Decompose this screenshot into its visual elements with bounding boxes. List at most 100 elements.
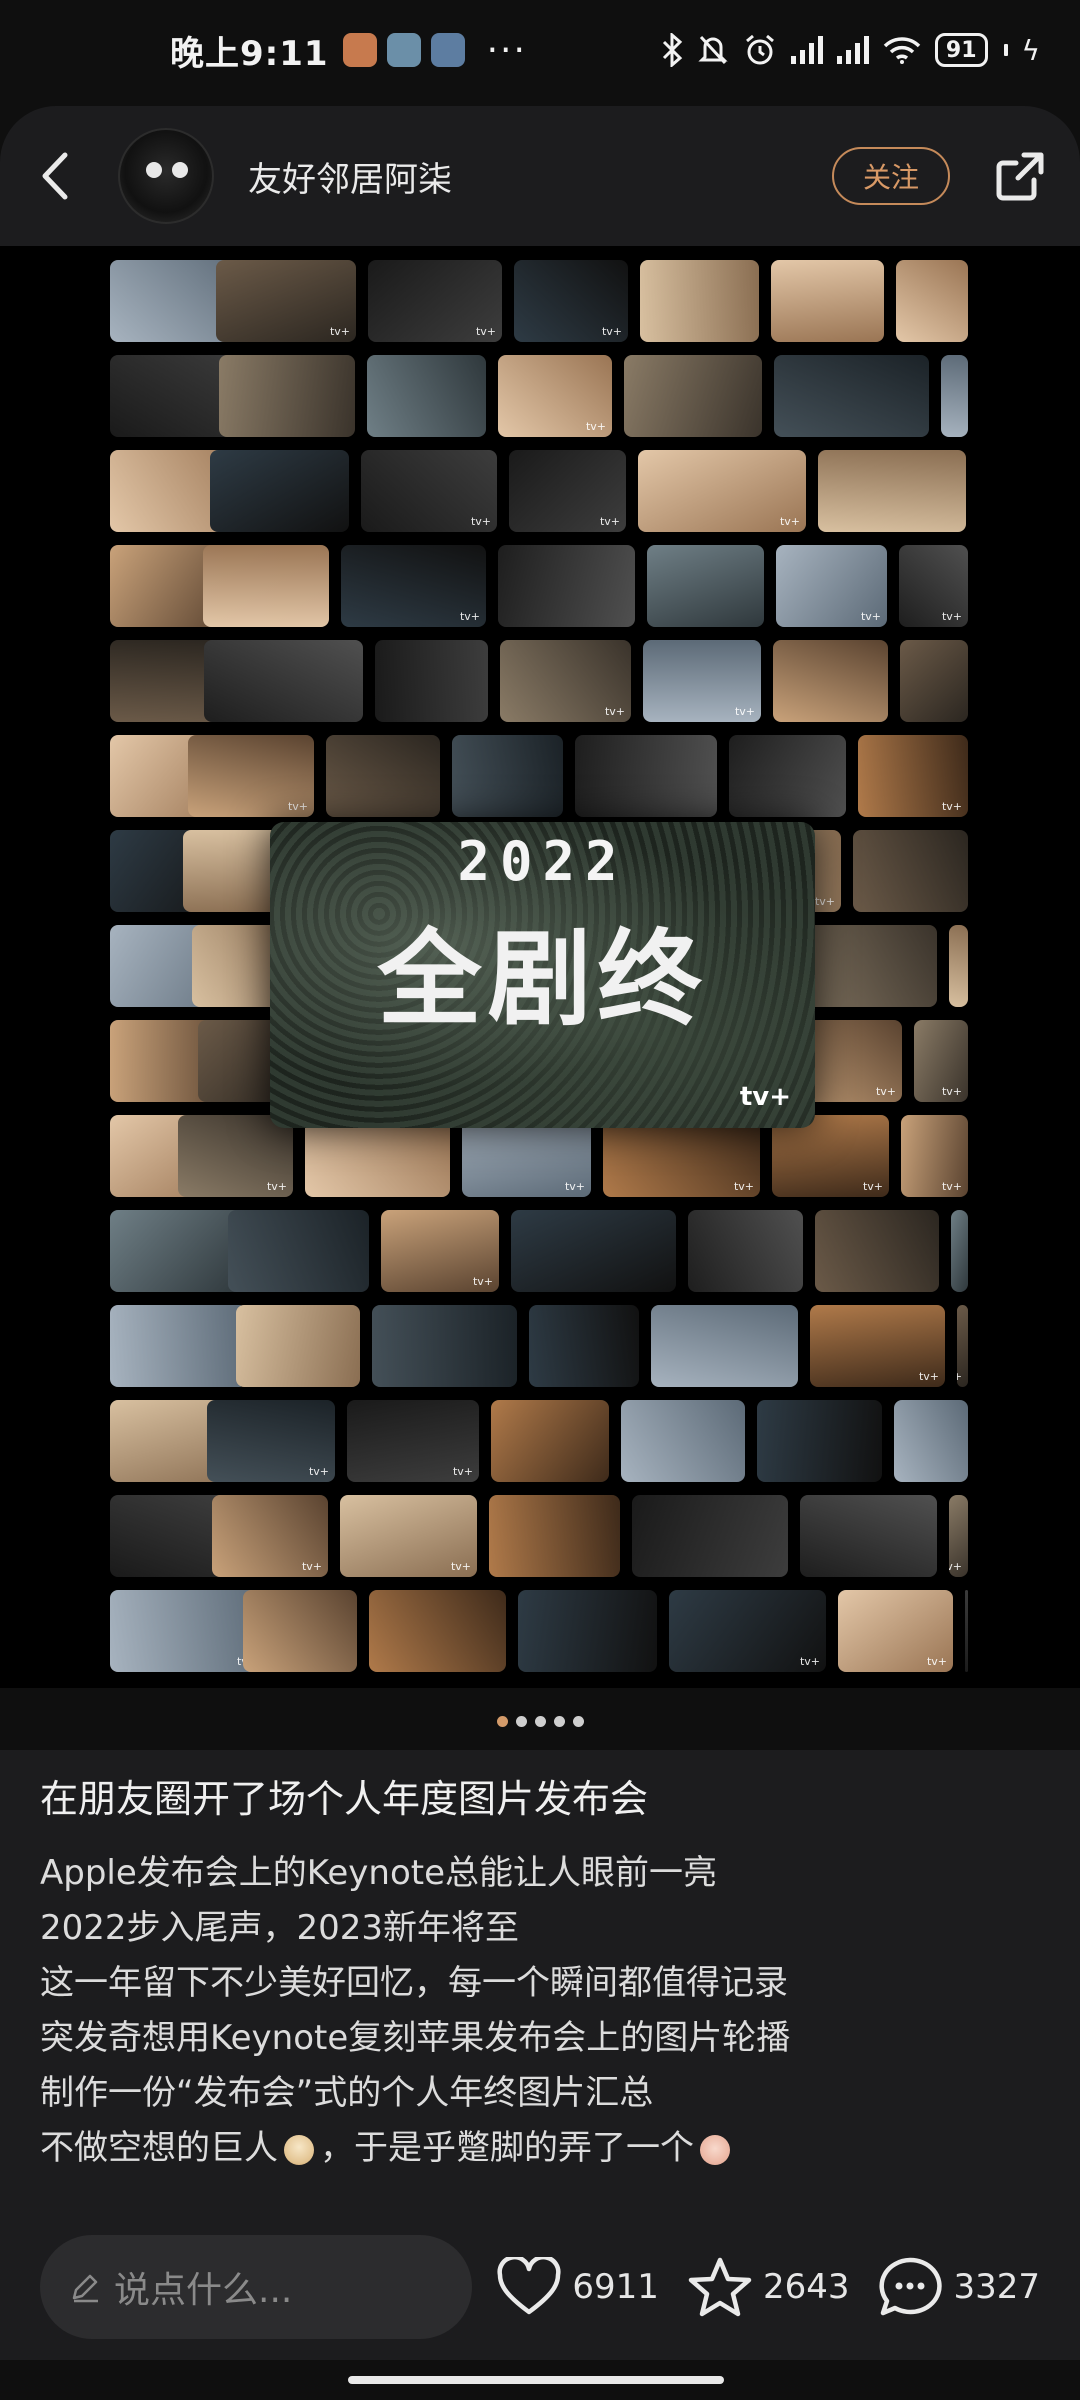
apple-tv-tag: tv+	[450, 1560, 471, 1573]
avatar-eye-left	[146, 162, 162, 178]
apple-tv-tag: tv+	[941, 1180, 962, 1193]
collage-photo	[896, 260, 968, 342]
apple-tv-tag: tv+	[733, 1180, 754, 1193]
interaction-bar: 说点什么... 6911 2643 3327	[0, 2222, 1080, 2352]
apple-tv-tag: tv+	[862, 1180, 883, 1193]
comments-button[interactable]: 3327	[877, 2256, 1040, 2318]
author-name[interactable]: 友好邻居阿柒	[248, 152, 452, 201]
collage-photo: tv+	[643, 640, 761, 722]
collage-photo	[210, 450, 349, 532]
charging-icon: ϟ	[1021, 33, 1040, 67]
battery-icon: 91	[934, 33, 988, 67]
apple-tv-tag: tv+	[287, 800, 308, 813]
collage-photo	[372, 1305, 517, 1387]
post-title: 在朋友圈开了场个人年度图片发布会	[40, 1777, 649, 1821]
heart-icon	[497, 2257, 561, 2315]
collage-photo	[951, 1210, 968, 1292]
apple-tv-tag: tv+	[941, 1085, 962, 1098]
status-bar: 晚上9:11 ··· 91 ϟ	[0, 0, 1080, 100]
apple-tv-tag: tv+	[472, 1275, 493, 1288]
collage-photo	[729, 735, 846, 817]
signal-hd-icon	[836, 36, 869, 64]
collage-photo	[491, 1400, 609, 1482]
collage-photo: tv+	[110, 1590, 263, 1672]
collage-photo	[818, 450, 966, 532]
collage-photo	[236, 1305, 360, 1387]
author-avatar[interactable]	[118, 128, 214, 224]
collage-photo: tv+	[207, 1400, 335, 1482]
collage-photo	[853, 830, 968, 912]
collage-photo	[518, 1590, 657, 1672]
notification-app-icon	[342, 33, 377, 67]
collage-photo: tv+	[669, 1590, 826, 1672]
comment-bubble-icon	[879, 2257, 943, 2316]
collage-photo	[771, 260, 884, 342]
collage-photo: tv+	[838, 1590, 953, 1672]
collage-photo	[219, 355, 355, 437]
status-indicators: 91 ϟ	[661, 33, 1040, 67]
apple-tv-logo: tv+	[739, 1082, 791, 1112]
collage-photo	[575, 735, 717, 817]
pager-dot	[496, 1716, 508, 1727]
post-line: 这一年留下不少美好回忆，每一个瞬间都值得记录	[40, 1963, 788, 2003]
collage-photo: tv+	[858, 735, 968, 817]
apple-tv-tag: tv+	[918, 1370, 939, 1383]
apple-tv-tag: tv+	[941, 610, 962, 623]
collage-photo: tv+	[509, 450, 626, 532]
follow-button[interactable]: 关注	[832, 147, 950, 205]
battery-level: 91	[945, 37, 977, 63]
apple-tv-tag: tv+	[452, 1465, 473, 1478]
feature-year: 2022	[457, 830, 628, 893]
comment-input[interactable]: 说点什么...	[40, 2235, 473, 2339]
collage-photo: tv+	[178, 1115, 293, 1197]
collage-photo	[369, 1590, 506, 1672]
shield-icon	[430, 33, 465, 67]
post-line: 2022步入尾声，2023新年将至	[40, 1908, 520, 1948]
like-button[interactable]: 6911	[496, 2257, 659, 2317]
post-image[interactable]: tv+ tv+ tv+ tv+ tv+ tv+ tv+ tv+ tv+ tv+ tv+ tv+ tv+ t…	[0, 246, 1080, 1688]
collage-photo	[243, 1590, 357, 1672]
favorite-button[interactable]: 2643	[687, 2256, 850, 2318]
collage-photo	[800, 1495, 937, 1577]
mute-bell-icon	[698, 35, 728, 65]
collage-photo: tv+	[914, 1020, 968, 1102]
collage-photo	[624, 355, 762, 437]
collage-photo	[941, 355, 968, 437]
avatar-eye-right	[172, 162, 188, 178]
pig-emoji-icon	[700, 2134, 730, 2165]
more-notifications-icon: ···	[486, 29, 527, 71]
home-indicator[interactable]	[348, 2376, 724, 2384]
collage-photo: tv+	[341, 545, 486, 627]
collage-photo	[498, 545, 635, 627]
collage-photo	[688, 1210, 803, 1292]
collage-photo: tv+	[899, 545, 968, 627]
apple-tv-tag: tv+	[585, 420, 606, 433]
post-line-text: 不做空想的巨人	[40, 2128, 278, 2168]
collage-photo	[651, 1305, 798, 1387]
apple-tv-tag: tv+	[301, 1560, 322, 1573]
collage-photo: tv+	[949, 1495, 968, 1577]
apple-tv-tag: tv+	[799, 1655, 820, 1668]
pager-dot	[572, 1716, 584, 1727]
collage-photo	[900, 640, 968, 722]
collage-photo: tv+	[965, 1590, 968, 1672]
collage-photo	[511, 1210, 676, 1292]
status-time: 晚上9:11	[170, 33, 329, 74]
collage-photo	[632, 1495, 788, 1577]
favorite-count: 2643	[762, 2267, 850, 2307]
collage-photo	[894, 1400, 968, 1482]
share-button[interactable]	[990, 146, 1050, 206]
collage-photo: tv+	[638, 450, 806, 532]
apple-tv-tag: tv+	[266, 1180, 287, 1193]
collage-photo	[367, 355, 486, 437]
comment-placeholder: 说点什么...	[114, 2270, 293, 2311]
collage-photo	[203, 545, 329, 627]
apple-tv-tag: tv+	[599, 515, 620, 528]
wechat-icon	[386, 33, 421, 67]
back-button[interactable]	[30, 146, 78, 206]
post-line: Apple发布会上的Keynote总能让人眼前一亮	[40, 1853, 718, 1893]
collage-photo: tv+	[957, 1305, 968, 1387]
apple-tv-tag: tv+	[779, 515, 800, 528]
apple-tv-tag: tv+	[926, 1655, 947, 1668]
collage-photo	[621, 1400, 745, 1482]
